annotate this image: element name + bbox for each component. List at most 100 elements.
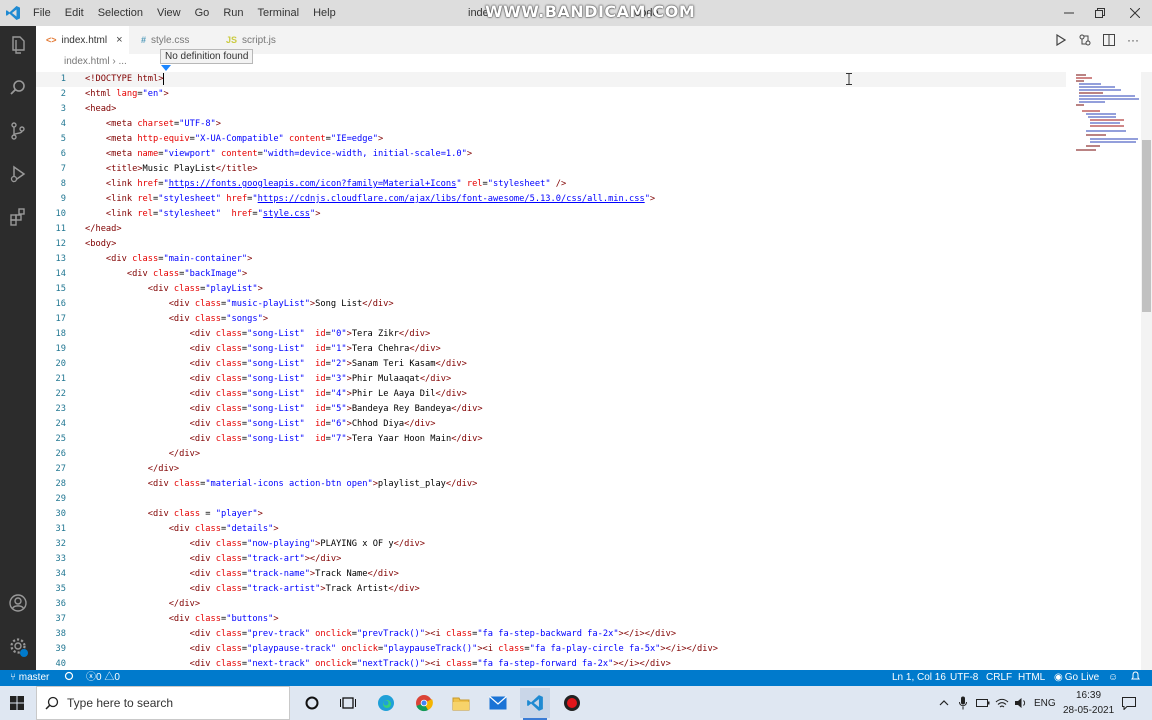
compare-changes-icon[interactable] <box>1076 31 1094 49</box>
menu-file[interactable]: File <box>26 0 58 26</box>
menu-go[interactable]: Go <box>188 0 217 26</box>
code-line[interactable]: 20 <div class="song-List" id="2">Sanam T… <box>36 357 1066 372</box>
code-line[interactable]: 3 <head> <box>36 102 1066 117</box>
run-debug-icon[interactable] <box>0 157 36 191</box>
code-line[interactable]: 11 </head> <box>36 222 1066 237</box>
breadcrumb-rest[interactable]: ... <box>118 56 126 67</box>
breadcrumb-file[interactable]: index.html <box>64 56 110 67</box>
explorer-icon[interactable] <box>0 28 36 62</box>
split-editor-icon[interactable] <box>1100 31 1118 49</box>
code-line[interactable]: 29 <box>36 492 1066 507</box>
vscode-taskbar-icon[interactable] <box>520 688 550 720</box>
code-line[interactable]: 4 <meta charset="UTF-8"> <box>36 117 1066 132</box>
code-line[interactable]: 9 <link rel="stylesheet" href="https://c… <box>36 192 1066 207</box>
clock-date[interactable]: 28-05-2021 <box>1063 705 1114 716</box>
file-explorer-icon[interactable] <box>446 688 476 718</box>
code-line[interactable]: 2 <html lang="en"> <box>36 87 1066 102</box>
language-mode[interactable]: HTML <box>1018 670 1045 686</box>
code-line[interactable]: 34 <div class="track-name">Track Name</d… <box>36 567 1066 582</box>
settings-gear-icon[interactable] <box>0 629 36 663</box>
feedback-icon[interactable]: ☺ <box>1108 670 1118 686</box>
cortana-icon[interactable] <box>297 688 327 718</box>
code-line[interactable]: 10 <link rel="stylesheet" href="style.cs… <box>36 207 1066 222</box>
chrome-browser-icon[interactable] <box>409 688 439 718</box>
code-line[interactable]: 7 <title>Music PlayList</title> <box>36 162 1066 177</box>
bandicam-record-icon[interactable] <box>557 688 587 718</box>
vscode-logo-icon[interactable] <box>0 0 26 26</box>
code-line[interactable]: 23 <div class="song-List" id="5">Bandeya… <box>36 402 1066 417</box>
code-line[interactable]: 37 <div class="buttons"> <box>36 612 1066 627</box>
go-live-button[interactable]: ◉ Go Live <box>1054 670 1099 686</box>
volume-icon[interactable] <box>1012 688 1030 718</box>
code-line[interactable]: 39 <div class="playpause-track" onclick=… <box>36 642 1066 657</box>
tab-index-html[interactable]: <> index.html × <box>36 26 129 54</box>
menu-run[interactable]: Run <box>216 0 250 26</box>
mail-icon[interactable] <box>483 688 513 718</box>
minimize-icon[interactable] <box>1052 0 1086 26</box>
close-window-icon[interactable] <box>1118 0 1152 26</box>
menu-selection[interactable]: Selection <box>91 0 150 26</box>
microphone-icon[interactable] <box>954 688 972 718</box>
code-line[interactable]: 6 <meta name="viewport" content="width=d… <box>36 147 1066 162</box>
code-line[interactable]: 36 </div> <box>36 597 1066 612</box>
code-line[interactable]: 5 <meta http-equiv="X-UA-Compatible" con… <box>36 132 1066 147</box>
code-line[interactable]: 35 <div class="track-artist">Track Artis… <box>36 582 1066 597</box>
search-icon[interactable] <box>0 71 36 105</box>
problems-status[interactable]: ⓧ0 △0 <box>86 670 120 686</box>
eol-status[interactable]: CRLF <box>986 670 1012 686</box>
scrollbar-thumb[interactable] <box>1142 140 1151 312</box>
code-line[interactable]: 38 <div class="prev-track" onclick="prev… <box>36 627 1066 642</box>
accounts-icon[interactable] <box>0 586 36 620</box>
code-line[interactable]: 1 <!DOCTYPE html> <box>36 72 1066 87</box>
notifications-bell-icon[interactable] <box>1131 670 1140 686</box>
code-line[interactable]: 27 </div> <box>36 462 1066 477</box>
wifi-icon[interactable] <box>993 688 1011 718</box>
encoding-status[interactable]: UTF-8 <box>950 670 978 686</box>
code-line[interactable]: 22 <div class="song-List" id="4">Phir Le… <box>36 387 1066 402</box>
source-control-icon[interactable] <box>0 114 36 148</box>
input-language[interactable]: ENG <box>1034 698 1056 709</box>
restore-icon[interactable] <box>1083 0 1117 26</box>
edge-browser-icon[interactable] <box>371 688 401 718</box>
code-line[interactable]: 15 <div class="playList"> <box>36 282 1066 297</box>
minimap[interactable] <box>1074 72 1142 154</box>
close-tab-icon[interactable]: × <box>116 34 122 46</box>
code-line[interactable]: 18 <div class="song-List" id="0">Tera Zi… <box>36 327 1066 342</box>
menu-help[interactable]: Help <box>306 0 343 26</box>
taskbar-search-box[interactable]: Type here to search <box>36 686 290 720</box>
action-center-icon[interactable] <box>1114 688 1144 718</box>
menu-edit[interactable]: Edit <box>58 0 91 26</box>
code-line[interactable]: 8 <link href="https://fonts.googleapis.c… <box>36 177 1066 192</box>
code-line[interactable]: 30 <div class = "player"> <box>36 507 1066 522</box>
code-line[interactable]: 16 <div class="music-playList">Song List… <box>36 297 1066 312</box>
code-line[interactable]: 14 <div class="backImage"> <box>36 267 1066 282</box>
code-line[interactable]: 24 <div class="song-List" id="6">Chhod D… <box>36 417 1066 432</box>
more-actions-icon[interactable]: ··· <box>1124 31 1142 49</box>
code-editor[interactable]: 1 <!DOCTYPE html> 2 <html lang="en"> 3 <head>… <box>36 72 1152 670</box>
run-icon[interactable] <box>1052 31 1070 49</box>
sync-icon[interactable] <box>64 670 74 686</box>
code-line[interactable]: 12 <body> <box>36 237 1066 252</box>
code-line[interactable]: 40 <div class="next-track" onclick="next… <box>36 657 1066 670</box>
breadcrumb[interactable]: index.html › ... <box>64 56 127 67</box>
task-view-icon[interactable] <box>333 688 363 718</box>
branch-status[interactable]: ⑂ master <box>10 670 49 686</box>
code-line[interactable]: 17 <div class="songs"> <box>36 312 1066 327</box>
battery-icon[interactable] <box>974 688 992 718</box>
code-line[interactable]: 32 <div class="now-playing">PLAYING x OF… <box>36 537 1066 552</box>
code-line[interactable]: 31 <div class="details"> <box>36 522 1066 537</box>
code-line[interactable]: 25 <div class="song-List" id="7">Tera Ya… <box>36 432 1066 447</box>
menu-terminal[interactable]: Terminal <box>251 0 307 26</box>
code-line[interactable]: 13 <div class="main-container"> <box>36 252 1066 267</box>
menu-view[interactable]: View <box>150 0 188 26</box>
code-line[interactable]: 21 <div class="song-List" id="3">Phir Mu… <box>36 372 1066 387</box>
code-line[interactable]: 33 <div class="track-art"></div> <box>36 552 1066 567</box>
extensions-icon[interactable] <box>0 200 36 234</box>
cursor-position[interactable]: Ln 1, Col 16 <box>892 670 946 686</box>
show-hidden-icons-icon[interactable] <box>936 688 952 718</box>
clock-time[interactable]: 16:39 <box>1076 690 1101 701</box>
windows-start-icon[interactable] <box>2 688 32 718</box>
code-line[interactable]: 26 </div> <box>36 447 1066 462</box>
code-line[interactable]: 28 <div class="material-icons action-btn… <box>36 477 1066 492</box>
code-line[interactable]: 19 <div class="song-List" id="1">Tera Ch… <box>36 342 1066 357</box>
